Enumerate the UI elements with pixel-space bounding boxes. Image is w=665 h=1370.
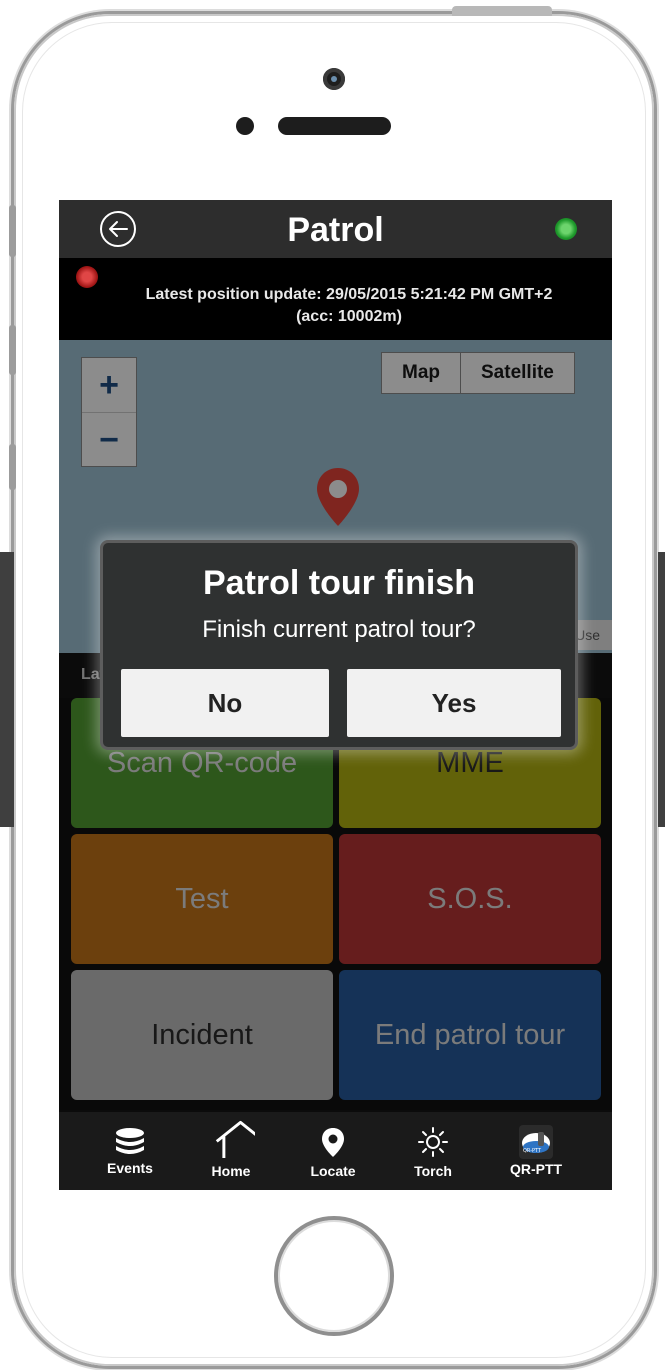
qr-ptt-icon: QR-PTT (519, 1125, 553, 1159)
dialog-yes-button[interactable]: Yes (347, 669, 561, 737)
position-bar: Latest position update: 29/05/2015 5:21:… (59, 258, 612, 340)
position-line-2: (acc: 10002m) (296, 308, 402, 325)
left-edge-strip (0, 552, 14, 827)
tab-qr-ptt[interactable]: QR-PTT QR-PTT (486, 1112, 586, 1190)
tab-events[interactable]: Events (80, 1112, 180, 1190)
tab-qr-ptt-label: QR-PTT (509, 1161, 563, 1177)
events-icon (116, 1128, 144, 1154)
volume-up-button (9, 325, 16, 375)
volume-down-button (9, 444, 16, 490)
tab-torch[interactable]: Torch (383, 1112, 483, 1190)
tab-home[interactable]: Home (181, 1112, 281, 1190)
dialog-title: Patrol tour finish (203, 564, 475, 602)
tab-home-label: Home (211, 1163, 251, 1179)
tab-locate[interactable]: Locate (283, 1112, 383, 1190)
home-icon (215, 1120, 255, 1158)
locate-icon (322, 1128, 344, 1157)
status-red-icon (76, 266, 98, 288)
tab-locate-label: Locate (310, 1163, 356, 1179)
position-update-text: Latest position update: 29/05/2015 5:21:… (99, 284, 599, 328)
proximity-sensor (236, 117, 254, 135)
front-camera (323, 68, 345, 90)
position-line-1: Latest position update: 29/05/2015 5:21:… (145, 286, 553, 303)
bottom-tab-bar: Events Home Locate Torch QR-PTT QR-PTT (59, 1112, 612, 1190)
dialog-no-button[interactable]: No (121, 669, 329, 737)
power-button (452, 6, 552, 16)
tab-torch-label: Torch (414, 1163, 452, 1179)
page-title: Patrol (287, 211, 384, 249)
right-edge-strip (658, 552, 665, 827)
tab-events-label: Events (107, 1160, 153, 1176)
dialog-message: Finish current patrol tour? (202, 616, 476, 643)
tile-dim-layer (59, 698, 612, 1110)
home-hardware-button[interactable] (274, 1216, 394, 1336)
status-green-icon (555, 218, 577, 240)
torch-icon (418, 1127, 448, 1157)
patrol-finish-dialog: Patrol tour finish Finish current patrol… (100, 540, 578, 750)
mute-switch (9, 205, 16, 257)
qr-ptt-logo-text: QR-PTT (523, 1148, 542, 1154)
earpiece-speaker (278, 117, 391, 135)
title-bar: Patrol (59, 200, 612, 258)
